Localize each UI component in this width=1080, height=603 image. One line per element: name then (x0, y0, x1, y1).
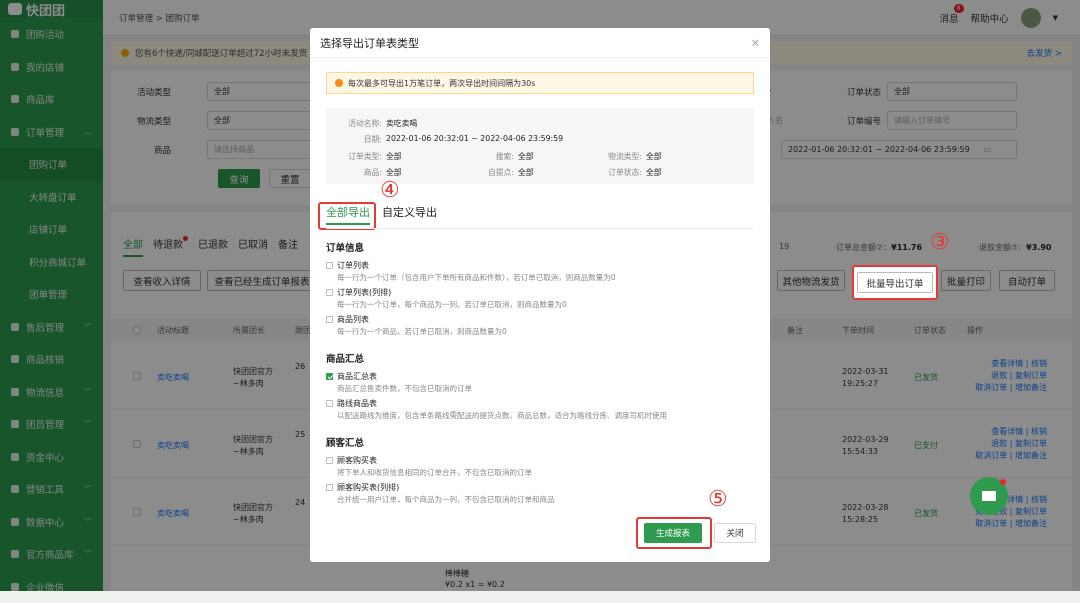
dialog-title: 选择导出订单表类型 (310, 28, 770, 58)
export-option: 路线商品表以配送路线为维度，包含单条路线需配送的提货点数、商品总数，适合为路线分… (326, 398, 754, 421)
export-option-row[interactable]: 商品列表 (326, 314, 754, 325)
export-option-row[interactable]: 路线商品表 (326, 398, 754, 409)
option-checkbox[interactable] (326, 289, 333, 296)
section-title: 订单信息 (326, 240, 754, 254)
option-desc: 商品汇总售卖件数，不包含已取消的订单 (326, 383, 754, 394)
info-pickup: 全部 (518, 167, 534, 178)
export-option: 商品列表每一行为一个商品，若订单已取消，则商品数量为0 (326, 314, 754, 337)
step-5-marker: ⑤ (708, 489, 728, 511)
info-status-label: 订单状态: (594, 167, 642, 178)
option-desc: 将下单人和收货信息相同的订单合并，不包含已取消的订单 (326, 467, 754, 478)
info-pickup-label: 自提点: (466, 167, 514, 178)
info-status: 全部 (646, 167, 662, 178)
option-desc: 每一行为一个订单（包含用户下单所有商品和件数），若订单已取消，则商品数量为0 (326, 272, 754, 283)
info-goods-label: 商品: (334, 167, 382, 178)
export-option-row[interactable]: 顾客购买表 (326, 455, 754, 466)
option-checkbox[interactable] (326, 484, 333, 491)
export-options: 订单信息订单列表每一行为一个订单（包含用户下单所有商品和件数），若订单已取消，则… (326, 236, 754, 526)
section-title: 顾客汇总 (326, 435, 754, 449)
export-option: 订单列表(列排)每一行为一个订单，每个商品为一列。若订单已取消，则商品数量为0 (326, 287, 754, 310)
export-option: 商品汇总表商品汇总售卖件数，不包含已取消的订单 (326, 371, 754, 394)
export-filter-summary: 活动名称: 卖吃卖喝 日期: 2022-01-06 20:32:01 ~ 202… (326, 108, 754, 184)
export-option-row[interactable]: 商品汇总表 (326, 371, 754, 382)
tab-custom-export[interactable]: 自定义导出 (382, 204, 437, 225)
option-desc: 每一行为一个商品，若订单已取消，则商品数量为0 (326, 326, 754, 337)
option-name: 路线商品表 (337, 398, 377, 409)
export-option-row[interactable]: 订单列表(列排) (326, 287, 754, 298)
close-icon[interactable]: × (751, 36, 760, 49)
fab-dot (1000, 479, 1006, 485)
option-checkbox[interactable] (326, 373, 333, 380)
option-name: 顾客购买表 (337, 455, 377, 466)
option-desc: 合并统一用户订单，每个商品为一列，不包含已取消的订单和商品 (326, 494, 754, 505)
export-option: 订单列表每一行为一个订单（包含用户下单所有商品和件数），若订单已取消，则商品数量… (326, 260, 754, 283)
option-checkbox[interactable] (326, 262, 333, 269)
option-name: 顾客购买表(列排) (337, 482, 399, 493)
batch-export-button-highlighted[interactable]: 批量导出订单 (857, 272, 933, 293)
tab-divider (326, 228, 754, 229)
option-checkbox[interactable] (326, 457, 333, 464)
step-4-marker: ④ (380, 180, 400, 202)
info-order-type-label: 订单类型: (334, 151, 382, 162)
info-date: 2022-01-06 20:32:01 ~ 2022-04-06 23:59:5… (386, 134, 563, 143)
generate-report-button[interactable]: 生成报表 (644, 523, 702, 543)
section-spacer (326, 341, 754, 347)
step-3-marker: ③ (930, 232, 950, 254)
tab-export-all[interactable]: 全部导出 (326, 204, 370, 225)
info-logistics: 全部 (646, 151, 662, 162)
info-date-label: 日期: (334, 134, 382, 145)
info-order-type: 全部 (386, 151, 402, 162)
export-type-dialog: 选择导出订单表类型 × 每次最多可导出1万笔订单，两次导出时间间隔为30s 活动… (310, 28, 770, 562)
warning-icon (335, 79, 343, 87)
close-button[interactable]: 关闭 (714, 523, 756, 543)
dialog-footer: 生成报表 关闭 (310, 526, 770, 562)
export-warning: 每次最多可导出1万笔订单，两次导出时间间隔为30s (326, 72, 754, 94)
info-activity: 卖吃卖喝 (386, 118, 417, 129)
info-logistics-label: 物流类型: (594, 151, 642, 162)
option-checkbox[interactable] (326, 316, 333, 323)
option-name: 商品列表 (337, 314, 369, 325)
mail-icon (982, 491, 996, 501)
export-option-row[interactable]: 订单列表 (326, 260, 754, 271)
option-checkbox[interactable] (326, 400, 333, 407)
batch-export-highlight[interactable]: 批量导出订单 (852, 265, 938, 300)
export-option-row[interactable]: 顾客购买表(列排) (326, 482, 754, 493)
section-title: 商品汇总 (326, 351, 754, 365)
section-spacer (326, 425, 754, 431)
export-tabs: 全部导出 自定义导出 (326, 204, 437, 225)
info-goods: 全部 (386, 167, 402, 178)
option-name: 订单列表 (337, 260, 369, 271)
option-name: 商品汇总表 (337, 371, 377, 382)
option-desc: 以配送路线为维度，包含单条路线需配送的提货点数、商品总数，适合为路线分拣、调度司… (326, 410, 754, 421)
option-name: 订单列表(列排) (337, 287, 391, 298)
option-desc: 每一行为一个订单，每个商品为一列。若订单已取消，则商品数量为0 (326, 299, 754, 310)
export-option: 顾客购买表(列排)合并统一用户订单，每个商品为一列，不包含已取消的订单和商品 (326, 482, 754, 505)
info-search: 全部 (518, 151, 534, 162)
info-search-label: 搜索: (466, 151, 514, 162)
info-activity-label: 活动名称: (334, 118, 382, 129)
export-option: 顾客购买表将下单人和收货信息相同的订单合并，不包含已取消的订单 (326, 455, 754, 478)
message-fab[interactable] (970, 477, 1008, 515)
